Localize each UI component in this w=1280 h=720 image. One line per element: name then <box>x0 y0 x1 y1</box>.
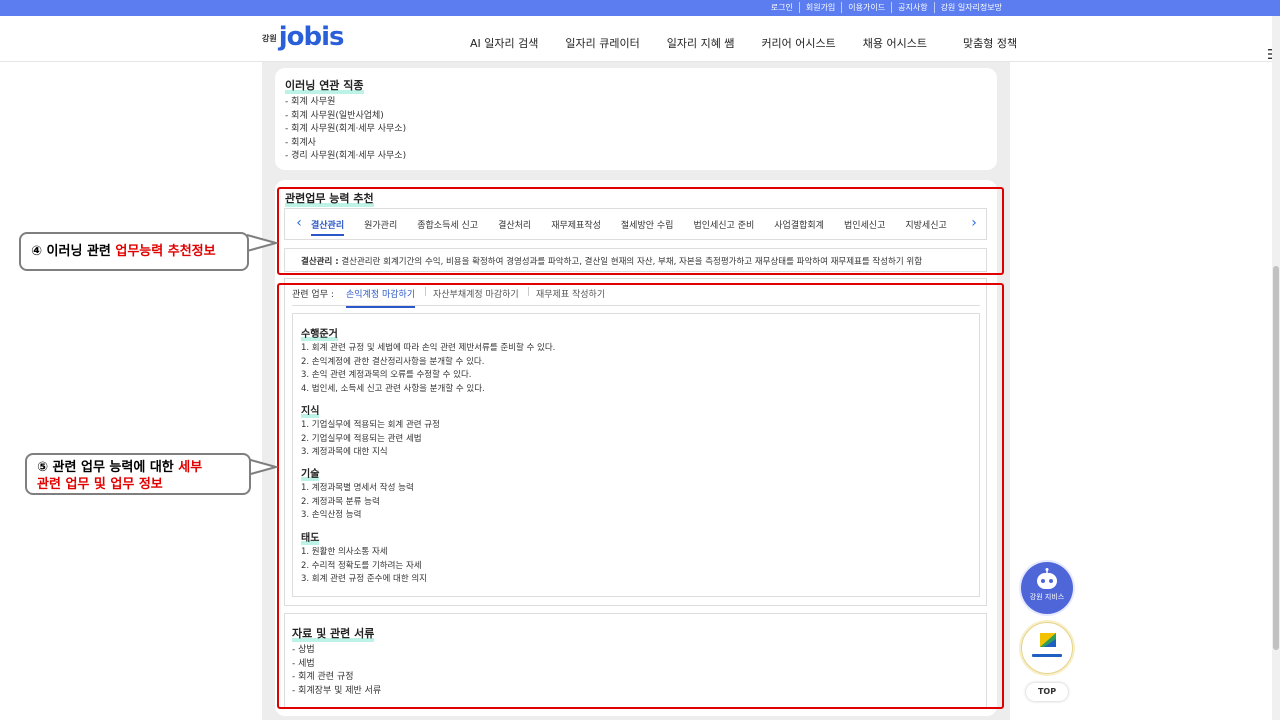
assistant-label: 강원 지비스 <box>1029 593 1065 601</box>
main-nav: AI 일자리 검색 일자리 큐레이터 일자리 지혜 쌤 커리어 어시스트 채용 … <box>470 35 1017 51</box>
annotation-callout-4: ④ 이러닝 관련 업무능력 추천정보 <box>19 232 249 271</box>
list-item: - 경리 사무원(회계·세무 사무소) <box>285 151 407 161</box>
scrollbar-thumb[interactable] <box>1273 266 1279 650</box>
notice-link[interactable]: 공지사항 <box>891 2 933 13</box>
list-item: - 회계사 <box>285 137 316 148</box>
callout-4-highlight: 업무능력 추천정보 <box>115 244 216 259</box>
nav-hiring-assist[interactable]: 채용 어시스트 <box>863 35 927 51</box>
gangwon-emblem-icon <box>1032 633 1062 657</box>
top-links: 로그인 회원가입 이용가이드 공지사항 강원 일자리정보망 <box>765 2 1008 13</box>
gangwon-job-portal-link[interactable]: 강원 일자리정보망 <box>933 2 1008 13</box>
nav-job-curator[interactable]: 일자리 큐레이터 <box>565 35 639 51</box>
callout-pointer-icon <box>246 234 278 252</box>
list-item: - 회계 사무원 <box>285 97 336 107</box>
callout-5-highlight-line2: 관련 업무 및 업무 정보 <box>37 477 163 492</box>
nav-ai-job-search[interactable]: AI 일자리 검색 <box>470 35 538 51</box>
site-logo[interactable]: 강원 jobis <box>262 22 345 52</box>
section-title: 지식 <box>301 402 320 418</box>
callout-4-text: ④ 이러닝 관련 <box>31 244 116 259</box>
section-title: 기술 <box>301 465 320 481</box>
section-title: 수행준거 <box>301 325 338 341</box>
logo-name: jobis <box>278 22 345 52</box>
nav-job-wisdom[interactable]: 일자리 지혜 쌤 <box>667 35 735 51</box>
callout-5-highlight: 세부 <box>178 460 203 475</box>
list-item: - 회계 사무원(회계·세무 사무소) <box>285 124 407 134</box>
ability-title: 관련업무 능력 추천 <box>285 192 374 207</box>
annotation-box-ability <box>277 187 1004 275</box>
robot-icon <box>1037 568 1057 589</box>
nav-career-assist[interactable]: 커리어 어시스트 <box>761 35 835 51</box>
annotation-box-related-work <box>277 283 1004 709</box>
assistant-robot-button[interactable]: 강원 지비스 <box>1021 562 1073 614</box>
documents-title: 자료 및 관련 서류 <box>292 627 375 642</box>
login-link[interactable]: 로그인 <box>765 2 799 13</box>
related-jobs-card: 이러닝 연관 직종 - 회계 사무원 - 회계 사무원(일반사업체) - 회계 … <box>275 68 997 170</box>
site-header: 강원 jobis AI 일자리 검색 일자리 큐레이터 일자리 지혜 쌤 커리어… <box>0 16 1280 62</box>
guide-link[interactable]: 이용가이드 <box>841 2 891 13</box>
logo-prefix: 강원 <box>262 34 277 43</box>
nav-custom-policy[interactable]: 맞춤형 정책 <box>963 35 1017 51</box>
scroll-to-top-button[interactable]: TOP <box>1026 683 1068 701</box>
callout-5-text: ⑤ 관련 업무 능력에 대한 <box>37 460 179 475</box>
related-jobs-title: 이러닝 연관 직종 <box>285 79 364 94</box>
signup-link[interactable]: 회원가입 <box>798 2 841 13</box>
list-item: - 회계 사무원(일반사업체) <box>285 110 384 121</box>
annotation-callout-5: ⑤ 관련 업무 능력에 대한 세부 관련 업무 및 업무 정보 <box>25 453 251 495</box>
top-utility-bar: 로그인 회원가입 이용가이드 공지사항 강원 일자리정보망 <box>0 0 1280 16</box>
section-title: 태도 <box>301 529 320 545</box>
gangwon-jobs-center-button[interactable] <box>1021 622 1073 674</box>
related-jobs-list: - 회계 사무원 - 회계 사무원(일반사업체) - 회계 사무원(회계·세무 … <box>285 96 406 164</box>
